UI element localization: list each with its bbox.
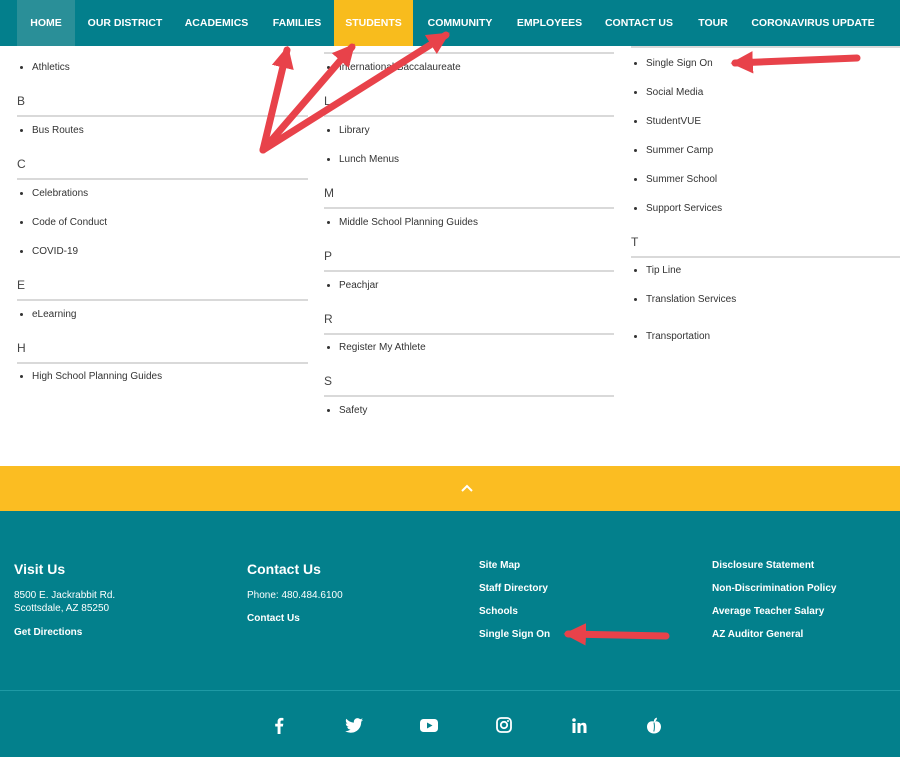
letter-heading-c: C — [17, 157, 26, 171]
youtube-link[interactable] — [419, 715, 439, 735]
dir-link-summer-camp[interactable]: Summer Camp — [634, 145, 713, 156]
dir-link-athletics[interactable]: Athletics — [20, 62, 70, 73]
footer-single-sign-on-link[interactable]: Single Sign On — [479, 629, 550, 640]
nav-coronavirus-update[interactable]: CORONAVIRUS UPDATE — [748, 0, 878, 46]
youtube-icon — [420, 718, 438, 732]
twitter-icon — [345, 717, 363, 733]
footer-address-line2: Scottsdale, AZ 85250 — [14, 603, 110, 614]
dir-link-peachjar[interactable]: Peachjar — [327, 280, 378, 291]
nav-our-district[interactable]: OUR DISTRICT — [80, 0, 170, 46]
dir-link-hs-planning-guides[interactable]: High School Planning Guides — [20, 371, 162, 382]
footer-heading-visit-us: Visit Us — [14, 561, 66, 577]
letter-heading-b: B — [17, 94, 26, 108]
a-z-directory: Athletics B Bus Routes C Celebrations Co… — [0, 46, 900, 466]
footer-phone: Phone: 480.484.6100 — [247, 590, 343, 601]
dir-link-celebrations[interactable]: Celebrations — [20, 188, 88, 199]
site-footer: Visit Us 8500 E. Jackrabbit Rd. Scottsda… — [0, 511, 900, 757]
nav-families[interactable]: FAMILIES — [266, 0, 328, 46]
footer-non-discrimination-link[interactable]: Non-Discrimination Policy — [712, 583, 836, 594]
divider — [324, 395, 614, 397]
divider — [17, 115, 308, 117]
letter-heading-l: L — [324, 94, 331, 108]
divider — [631, 46, 900, 48]
nav-students[interactable]: STUDENTS — [334, 0, 413, 46]
footer-staff-directory-link[interactable]: Staff Directory — [479, 583, 548, 594]
divider — [324, 270, 614, 272]
main-nav: HOME OUR DISTRICT ACADEMICS FAMILIES STU… — [0, 0, 900, 46]
instagram-link[interactable] — [494, 715, 514, 735]
footer-az-auditor-link[interactable]: AZ Auditor General — [712, 629, 803, 640]
dir-link-social-media[interactable]: Social Media — [634, 87, 703, 98]
letter-heading-h: H — [17, 341, 26, 355]
divider — [17, 178, 308, 180]
twitter-link[interactable] — [344, 715, 364, 735]
back-to-top-button[interactable] — [458, 480, 476, 496]
nav-employees[interactable]: EMPLOYEES — [512, 0, 587, 46]
dir-link-tip-line[interactable]: Tip Line — [634, 265, 681, 276]
footer-site-map-link[interactable]: Site Map — [479, 560, 520, 571]
dir-link-ms-planning-guides[interactable]: Middle School Planning Guides — [327, 217, 478, 228]
divider — [324, 115, 614, 117]
dir-link-code-of-conduct[interactable]: Code of Conduct — [20, 217, 107, 228]
facebook-link[interactable] — [269, 715, 289, 735]
linkedin-link[interactable] — [569, 715, 589, 735]
nav-academics[interactable]: ACADEMICS — [180, 0, 253, 46]
letter-heading-e: E — [17, 278, 26, 292]
dir-link-safety[interactable]: Safety — [327, 405, 367, 416]
instagram-icon — [496, 717, 512, 733]
divider — [17, 299, 308, 301]
get-directions-link[interactable]: Get Directions — [14, 627, 82, 638]
footer-heading-contact-us: Contact Us — [247, 561, 321, 577]
footer-divider — [0, 690, 900, 691]
peachjar-link[interactable] — [644, 715, 664, 735]
nav-contact-us[interactable]: CONTACT US — [600, 0, 678, 46]
footer-teacher-salary-link[interactable]: Average Teacher Salary — [712, 606, 824, 617]
back-to-top-bar — [0, 466, 900, 511]
peachjar-icon — [647, 717, 661, 733]
dir-link-single-sign-on[interactable]: Single Sign On — [634, 58, 713, 69]
dir-link-lunch-menus[interactable]: Lunch Menus — [327, 154, 399, 165]
letter-heading-m: M — [324, 186, 334, 200]
dir-link-international-baccalaureate[interactable]: International Baccalaureate — [327, 62, 461, 73]
dir-link-covid-19[interactable]: COVID-19 — [20, 246, 78, 257]
dir-link-support-services[interactable]: Support Services — [634, 203, 722, 214]
nav-community[interactable]: COMMUNITY — [420, 0, 500, 46]
dir-link-transportation[interactable]: Transportation — [634, 331, 710, 342]
dir-link-summer-school[interactable]: Summer School — [634, 174, 717, 185]
divider — [324, 333, 614, 335]
letter-heading-s: S — [324, 374, 333, 388]
letter-heading-t: T — [631, 235, 639, 249]
dir-link-elearning[interactable]: eLearning — [20, 309, 76, 320]
divider — [17, 362, 308, 364]
dir-link-studentvue[interactable]: StudentVUE — [634, 116, 701, 127]
footer-address-line1: 8500 E. Jackrabbit Rd. — [14, 590, 116, 601]
letter-heading-r: R — [324, 312, 333, 326]
nav-home[interactable]: HOME — [17, 0, 75, 46]
footer-disclosure-statement-link[interactable]: Disclosure Statement — [712, 560, 814, 571]
footer-contact-us-link[interactable]: Contact Us — [247, 613, 300, 624]
facebook-icon — [275, 717, 284, 734]
dir-link-translation-services[interactable]: Translation Services — [634, 294, 736, 305]
linkedin-icon — [571, 717, 586, 733]
divider — [631, 256, 900, 258]
chevron-up-icon — [461, 484, 473, 492]
dir-link-library[interactable]: Library — [327, 125, 370, 136]
letter-heading-p: P — [324, 249, 333, 263]
footer-schools-link[interactable]: Schools — [479, 606, 518, 617]
dir-link-bus-routes[interactable]: Bus Routes — [20, 125, 84, 136]
divider — [324, 52, 614, 54]
dir-link-register-my-athlete[interactable]: Register My Athlete — [327, 342, 426, 353]
divider — [324, 207, 614, 209]
nav-tour[interactable]: TOUR — [690, 0, 736, 46]
